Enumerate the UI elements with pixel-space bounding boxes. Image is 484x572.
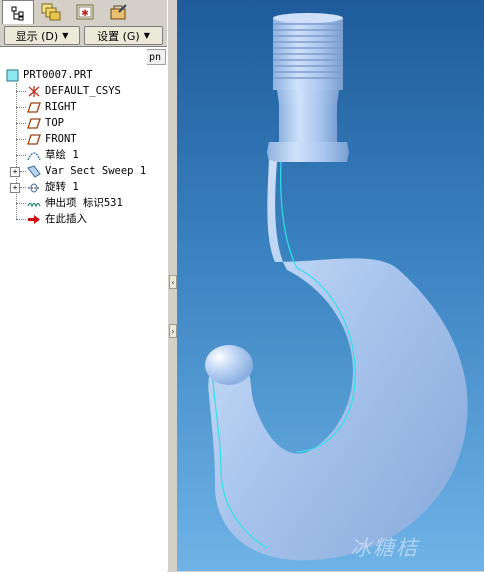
settings-dropdown[interactable]: 设置 (G) ▼	[84, 26, 163, 45]
expand-icon[interactable]: +	[10, 167, 20, 177]
tree-item-label: 旋转 1	[45, 181, 79, 193]
datum-plane-icon	[27, 118, 41, 129]
tree-connector	[16, 91, 26, 92]
tree-connector	[16, 83, 17, 219]
tree-item-label: TOP	[45, 117, 64, 129]
tree-item-label: 伸出项 标识531	[45, 197, 123, 209]
tree-column-area: pn	[147, 46, 167, 572]
tree-item-label: FRONT	[45, 133, 77, 145]
tree-connector	[20, 187, 26, 188]
sweep-icon	[27, 165, 41, 178]
tree-item-label: 草绘 1	[45, 149, 79, 161]
insert-here-arrow-icon	[28, 215, 40, 224]
revolve-icon	[28, 183, 40, 193]
sketch-icon	[27, 152, 41, 161]
datum-plane-icon	[27, 102, 41, 113]
tree-connector	[16, 203, 26, 204]
expand-icon[interactable]: +	[10, 183, 20, 193]
tree-connector	[16, 139, 26, 140]
tree-connector	[20, 171, 26, 172]
tree-connector	[16, 155, 26, 156]
tree-connector	[16, 219, 26, 220]
column-header[interactable]: pn	[147, 49, 166, 65]
graphics-viewport[interactable]: 冰糖桔	[177, 0, 484, 571]
navigator-toolbar: 显示 (D) ▼ 设置 (G) ▼	[0, 24, 167, 46]
crane-hook-model	[205, 13, 468, 561]
tree-item-label: Var Sect Sweep 1	[45, 165, 147, 177]
chevron-down-icon: ▼	[143, 31, 150, 40]
panel-sash[interactable]: ‹ ›	[167, 0, 177, 571]
display-dropdown[interactable]: 显示 (D) ▼	[4, 26, 80, 45]
tab-tools[interactable]	[104, 1, 134, 23]
tab-features[interactable]: ✱	[70, 1, 100, 23]
tree-root-label: PRT0007.PRT	[23, 69, 93, 81]
expand-right-icon[interactable]: ›	[169, 324, 177, 338]
chevron-down-icon: ▼	[62, 31, 69, 40]
tools-icon	[110, 4, 127, 20]
display-dropdown-label: 显示 (D)	[15, 29, 59, 43]
datum-plane-icon	[27, 134, 41, 145]
tree-item-label: RIGHT	[45, 101, 77, 113]
tab-layers[interactable]	[36, 1, 66, 23]
svg-text:✱: ✱	[81, 9, 89, 19]
model-tree-icon	[11, 6, 24, 20]
settings-dropdown-label: 设置 (G)	[97, 29, 140, 43]
model-tree-panel: PRT0007.PRT DEFAULT_CSYS RIGHT TOP FRONT…	[0, 46, 148, 572]
layers-icon	[41, 3, 61, 21]
csys-icon	[28, 86, 40, 97]
tree-item-label: DEFAULT_CSYS	[45, 85, 121, 97]
protrusion-icon	[27, 202, 41, 208]
watermark: 冰糖桔	[350, 536, 419, 560]
tree-item-label: 在此插入	[45, 213, 87, 225]
navigator-tabs: ✱	[0, 0, 167, 24]
feature-folder-icon: ✱	[76, 4, 94, 20]
collapse-left-icon[interactable]: ‹	[169, 275, 177, 289]
tree-connector	[16, 107, 26, 108]
tree-connector	[16, 123, 26, 124]
tab-model-tree[interactable]	[2, 0, 34, 24]
part-icon	[6, 69, 19, 82]
